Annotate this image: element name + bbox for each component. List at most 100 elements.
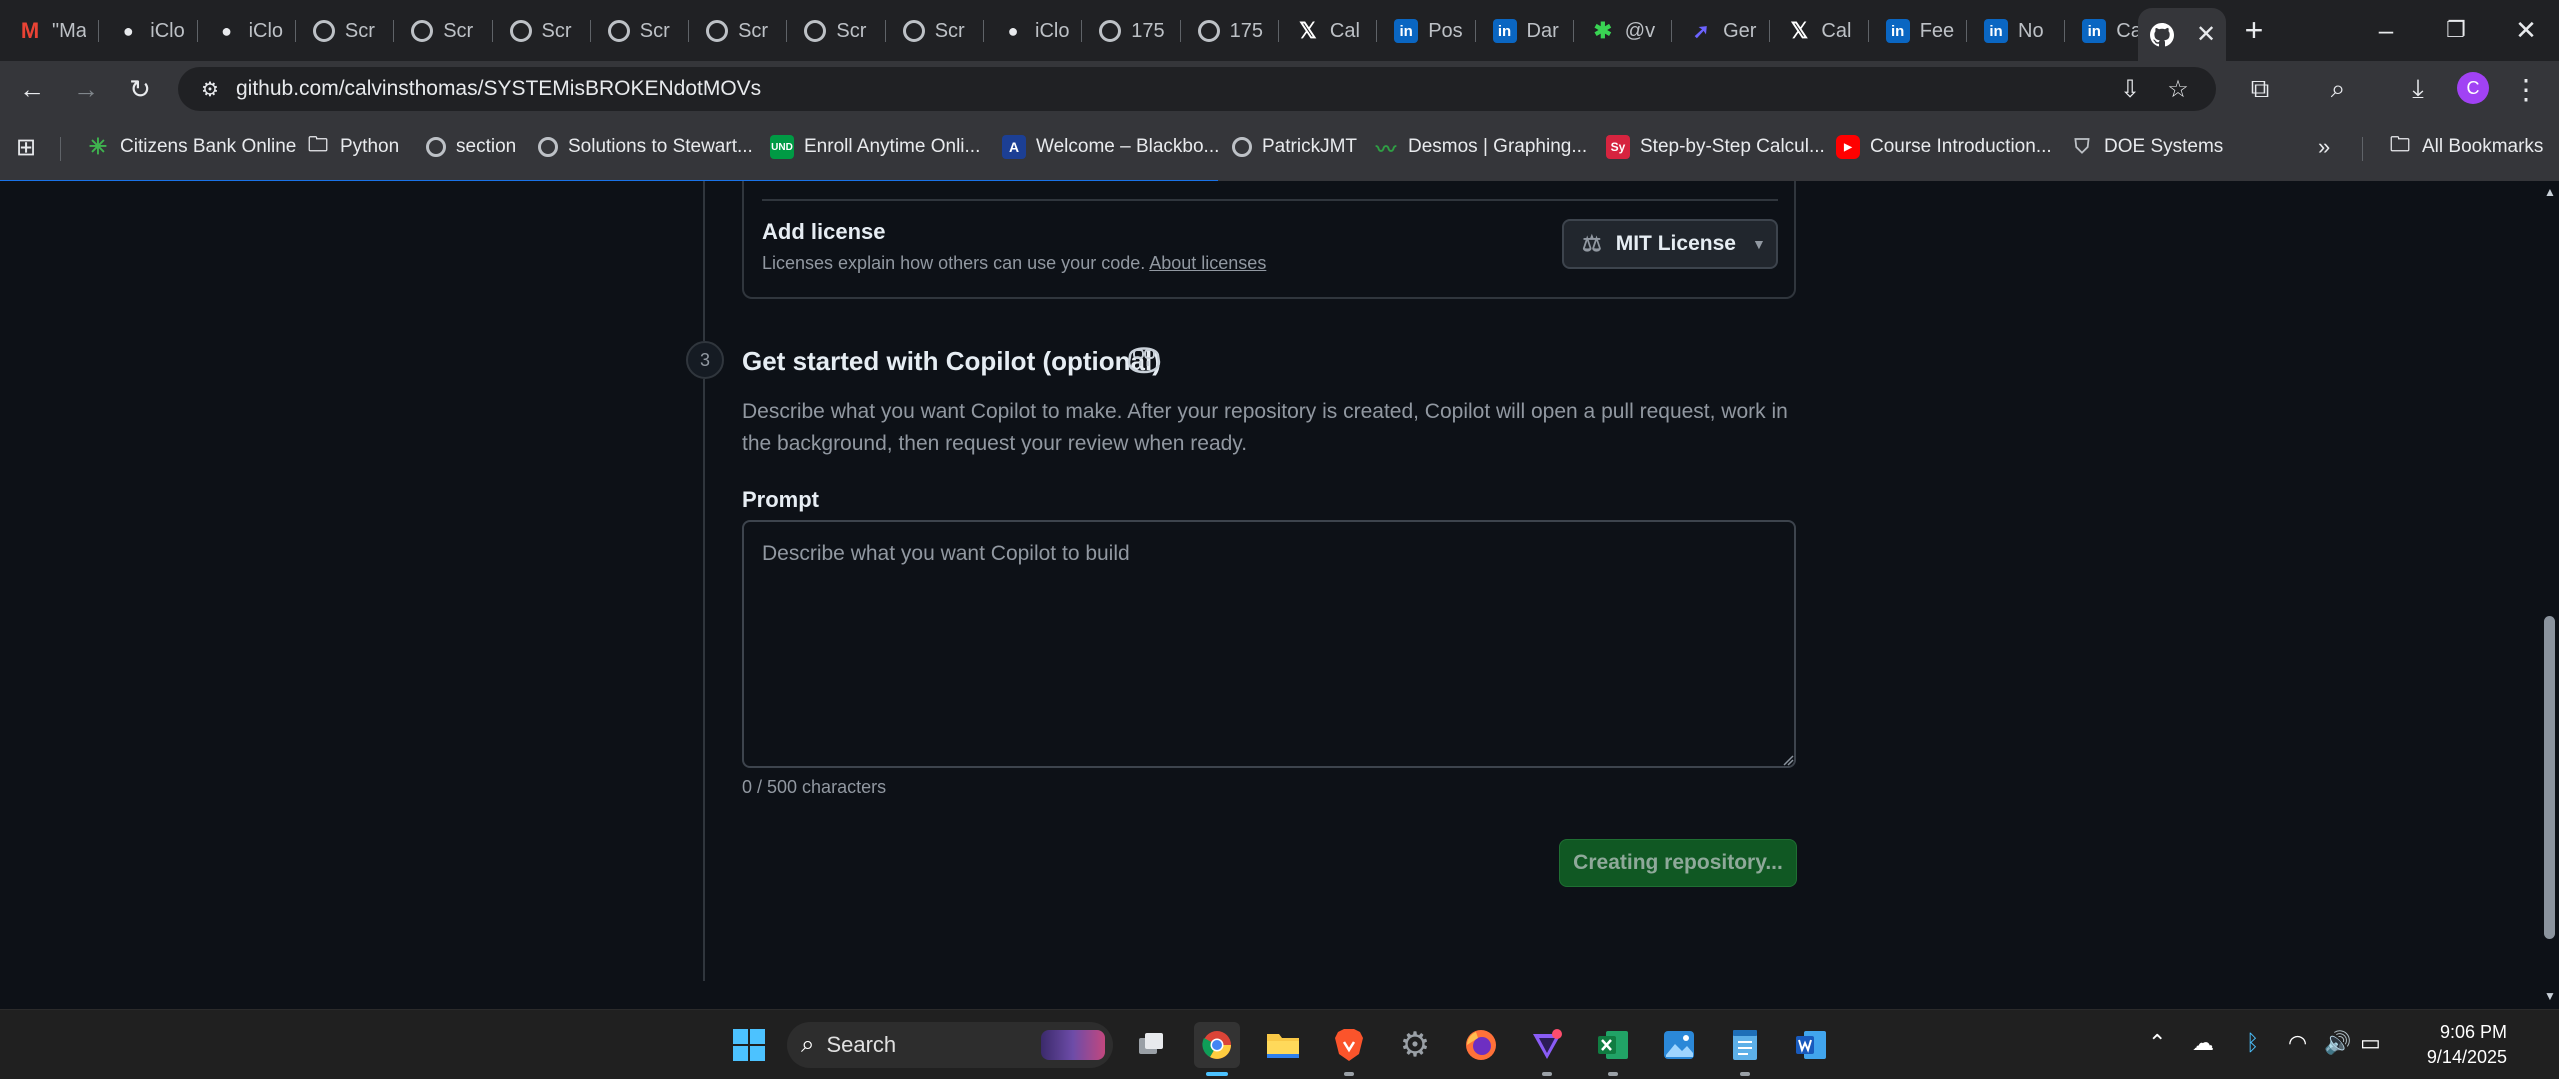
browser-tab[interactable]: ● iClo (203, 8, 295, 54)
browser-tab[interactable]: ● iClo (989, 8, 1081, 54)
settings-icon[interactable]: ⚙ (1392, 1022, 1438, 1068)
tab-search-icon[interactable]: ⌕ (2318, 69, 2358, 109)
all-bookmarks-button[interactable]: 🗀 All Bookmarks (2388, 133, 2543, 161)
system-clock[interactable]: 9:06 PM 9/14/2025 (2392, 1020, 2507, 1070)
tab-separator (1179, 20, 1181, 42)
firefox-icon[interactable] (1458, 1022, 1504, 1068)
bookmark-item[interactable]: UND Enroll Anytime Onli... (770, 133, 980, 161)
browser-tab[interactable]: Scr (399, 8, 491, 54)
bookmark-item[interactable]: 〰 Desmos | Graphing... (1374, 133, 1587, 161)
menu-icon[interactable]: ⋮ (2506, 69, 2546, 109)
volume-icon[interactable]: 🔊 (2324, 1030, 2351, 1056)
resize-handle-icon[interactable] (1782, 754, 1794, 766)
profile-avatar[interactable]: C (2457, 72, 2489, 104)
scroll-up-icon[interactable]: ▲ (2543, 185, 2557, 199)
prompt-textarea[interactable] (742, 520, 1796, 768)
browser-tab[interactable]: in Fee (1874, 8, 1966, 54)
photos-icon[interactable] (1656, 1022, 1702, 1068)
show-hidden-icons-chevron-icon[interactable]: ⌃ (2148, 1030, 2166, 1056)
browser-tab[interactable]: 𝕏 Cal (1775, 8, 1867, 54)
browser-tab[interactable]: 175 (1186, 8, 1278, 54)
browser-tab[interactable]: Scr (792, 8, 884, 54)
browser-tab[interactable]: M "Ma (6, 8, 98, 54)
notepad-icon[interactable] (1722, 1022, 1768, 1068)
extensions-icon[interactable]: ⧉ (2240, 69, 2280, 109)
linkedin-icon: in (2082, 19, 2107, 43)
tab-label: iClo (248, 19, 283, 42)
globe-icon (538, 137, 558, 157)
browser-tab[interactable]: Scr (891, 8, 983, 54)
bookmark-item[interactable]: ⛉ DOE Systems (2070, 133, 2224, 161)
task-view-icon[interactable] (1128, 1022, 1174, 1068)
bookmark-label: Welcome – Blackbo... (1036, 136, 1220, 157)
bookmark-item[interactable]: A Welcome – Blackbo... (1002, 133, 1219, 161)
downloads-icon[interactable]: ⤓ (2398, 69, 2438, 109)
bookmark-item[interactable]: section (426, 133, 516, 161)
reload-button[interactable]: ↻ (120, 69, 160, 109)
vpn-app-icon[interactable] (1524, 1022, 1570, 1068)
browser-tab[interactable]: 175 (1087, 8, 1179, 54)
browser-tab[interactable]: in Dar (1481, 8, 1573, 54)
card-divider (762, 199, 1778, 201)
vpn-indicator (1542, 1072, 1552, 1076)
browser-tab[interactable]: Scr (301, 8, 393, 54)
windows-start-icon[interactable] (726, 1022, 772, 1068)
bookmark-label: Desmos | Graphing... (1408, 136, 1588, 157)
step-number-badge: 3 (686, 341, 724, 379)
new-tab-button[interactable]: + (2224, 8, 2284, 52)
license-dropdown[interactable]: ⚖ MIT License ▼ (1562, 219, 1778, 269)
about-licenses-link[interactable]: About licenses (1149, 253, 1266, 273)
word-icon[interactable] (1788, 1022, 1834, 1068)
forward-button[interactable]: → (66, 69, 106, 109)
bookmark-item[interactable]: PatrickJMT (1232, 133, 1357, 161)
wifi-icon[interactable]: ◠ (2288, 1030, 2307, 1056)
page-scrollbar[interactable]: ▲ ▼ (2540, 181, 2559, 1009)
apps-grid-icon[interactable]: ⊞ (16, 133, 36, 161)
browser-tab[interactable]: Scr (596, 8, 688, 54)
more-bookmarks-icon[interactable]: » (2318, 133, 2330, 161)
globe-icon (509, 20, 532, 42)
tab-label: Pos (1428, 19, 1463, 42)
bookmark-item[interactable]: 🗀 Python (306, 133, 399, 161)
browser-tab[interactable]: ● iClo (104, 8, 196, 54)
battery-icon[interactable]: ▭ (2360, 1030, 2381, 1056)
browser-tab[interactable]: Scr (694, 8, 786, 54)
back-button[interactable]: ← (12, 69, 52, 109)
search-icon: ⌕ (801, 1031, 815, 1058)
create-repository-button[interactable]: Creating repository... (1559, 839, 1797, 887)
bookmark-star-icon[interactable]: ☆ (2158, 69, 2198, 109)
browser-tab[interactable]: in No (1972, 8, 2064, 54)
close-window-button[interactable]: ✕ (2496, 8, 2556, 52)
onedrive-cloud-icon[interactable]: ☁ (2192, 1030, 2214, 1056)
tab-separator (98, 20, 100, 42)
file-explorer-icon[interactable] (1260, 1022, 1306, 1068)
install-app-icon[interactable]: ⇩ (2110, 69, 2150, 109)
tab-active-github[interactable]: ✕ (2138, 8, 2226, 61)
chrome-taskbar-icon[interactable] (1194, 1022, 1240, 1068)
bookmark-item[interactable]: ✳ Citizens Bank Online (86, 133, 297, 161)
browser-tab[interactable]: Scr (498, 8, 590, 54)
brave-browser-icon[interactable] (1326, 1022, 1372, 1068)
arrow-icon: ➚ (1692, 20, 1710, 43)
scroll-down-icon[interactable]: ▼ (2543, 989, 2557, 1003)
browser-tab[interactable]: ➚ Ger (1677, 8, 1769, 54)
taskbar-search[interactable]: ⌕ Search (787, 1022, 1113, 1068)
bookmark-item[interactable]: ▶ Course Introduction... (1836, 133, 2052, 161)
minimize-button[interactable]: – (2356, 8, 2416, 52)
clock-date: 9/14/2025 (2426, 1047, 2507, 1067)
scrollbar-thumb[interactable] (2544, 616, 2555, 939)
bookmarks-divider (60, 137, 61, 161)
bluetooth-icon[interactable]: ᛒ (2246, 1030, 2259, 1056)
excel-icon[interactable] (1590, 1022, 1636, 1068)
browser-tab[interactable]: 𝕏 Cal (1284, 8, 1376, 54)
browser-tab[interactable]: in Pos (1382, 8, 1474, 54)
character-count: 0 / 500 characters (742, 777, 887, 797)
bookmark-item[interactable]: Solutions to Stewart... (538, 133, 753, 161)
tab-close-icon[interactable]: ✕ (2196, 20, 2216, 49)
browser-tab[interactable]: ✱ @v (1579, 8, 1671, 54)
address-bar[interactable]: ⚙ github.com/calvinsthomas/SYSTEMisBROKE… (178, 67, 2216, 111)
site-info-icon[interactable]: ⚙ (190, 77, 230, 102)
bookmark-item[interactable]: Sy Step-by-Step Calcul... (1606, 133, 1825, 161)
copilot-section-title: Get started with Copilot (optional) (742, 346, 1161, 376)
restore-button[interactable]: ❐ (2426, 8, 2486, 52)
